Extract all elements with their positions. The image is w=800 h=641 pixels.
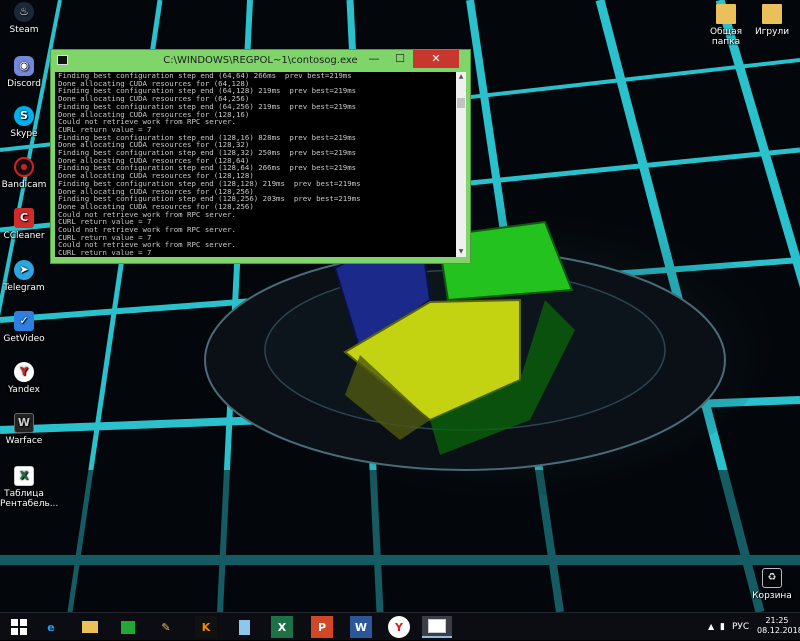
k-app-icon[interactable]: K [195,616,217,638]
desktop-icon-label: Yandex [0,385,48,395]
desktop-icon-warface[interactable]: W Warface [0,413,48,446]
desktop-icon-label: Bandicam [0,180,48,190]
desktop-icon-label: Telegram [0,283,48,293]
bandicam-icon [14,157,34,177]
desktop-icon-label-line2: папка [702,37,750,47]
folder-icon [716,4,736,24]
file-explorer-icon[interactable] [79,616,101,638]
tray-up-arrow-icon[interactable]: ▲ [708,613,714,641]
ccleaner-icon: C [14,208,34,228]
desktop-icon-label: Warface [0,436,48,446]
desktop-icon-getvideo[interactable]: ✓ GetVideo [0,311,48,344]
desktop-icon-label: Корзина [748,591,796,601]
telegram-icon: ➤ [14,260,34,280]
desktop-icon-recycle-bin[interactable]: ♻ Корзина [748,568,796,601]
powerpoint-icon[interactable]: P [311,616,333,638]
folder-icon [762,4,782,24]
scrollbar-thumb[interactable] [457,98,465,108]
console-window-icon[interactable] [422,616,452,638]
console-line: CURL return value = 7 [58,249,456,257]
paint-icon[interactable]: ✎ [155,616,177,638]
desktop-icon-games-folder[interactable]: Игрули [748,4,796,37]
desktop-icon-label: GetVideo [0,334,48,344]
steam-icon: ♨ [14,2,34,22]
taskbar: e ✎ K X P W Y ▲ ▮ РУС 21:25 08.12.2018 [0,612,800,640]
desktop-icon-label: Игрули [748,27,796,37]
desktop-icon-label-line2: Рентабель... [0,499,48,509]
desktop-icon-label-line1: Общая [702,27,750,37]
word-icon[interactable]: W [350,616,372,638]
yandex-browser-icon[interactable]: Y [388,616,410,638]
excel-icon[interactable]: X [271,616,293,638]
desktop-icon-yandex[interactable]: Y Yandex [0,362,48,395]
console-output[interactable]: Finding best configuration step end (64,… [55,72,456,257]
store-icon[interactable] [117,616,139,638]
vertical-scrollbar[interactable]: ▲ ▼ [456,72,466,257]
maximize-button[interactable]: ☐ [387,50,413,68]
windows-start-icon[interactable] [8,616,30,638]
excel-file-icon: X [14,466,34,486]
notepad-icon[interactable] [233,616,255,638]
desktop-icon-ccleaner[interactable]: C CCleaner [0,208,48,241]
discord-icon: ◉ [14,56,34,76]
network-icon[interactable]: ▮ [720,613,725,641]
warface-icon: W [14,413,34,433]
desktop-icon-spreadsheet[interactable]: X Таблица Рентабель... [0,466,48,509]
desktop-icon-label: Discord [0,79,48,89]
desktop-icon-bandicam[interactable]: Bandicam [0,157,48,190]
language-indicator[interactable]: РУС [732,613,749,641]
clock-date: 08.12.2018 [757,626,797,636]
desktop-icon-label: Skype [0,129,48,139]
desktop-icon-label-line1: Таблица [0,489,48,499]
desktop-icon-skype[interactable]: S Skype [0,106,48,139]
yandex-icon: Y [14,362,34,382]
minimize-button[interactable]: — [361,50,387,68]
desktop-icon-telegram[interactable]: ➤ Telegram [0,260,48,293]
desktop-icon-shared-folder[interactable]: Общая папка [702,4,750,47]
console-window[interactable]: C:\WINDOWS\REGPOL~1\contosog.exe — ☐ ✕ F… [50,49,471,264]
skype-icon: S [14,106,34,126]
getvideo-icon: ✓ [14,311,34,331]
clock[interactable]: 21:25 08.12.2018 [757,616,797,636]
clock-time: 21:25 [757,616,797,626]
console-lines: Finding best configuration step end (64,… [55,72,456,257]
desktop-icon-label: Steam [0,25,48,35]
internet-explorer-icon[interactable]: e [40,616,62,638]
scroll-up-arrow-icon[interactable]: ▲ [456,72,466,82]
recycle-bin-icon: ♻ [762,568,782,588]
desktop-icon-steam[interactable]: ♨ Steam [0,2,48,35]
close-button[interactable]: ✕ [413,50,459,68]
scroll-down-arrow-icon[interactable]: ▼ [456,247,466,257]
desktop-icon-discord[interactable]: ◉ Discord [0,56,48,89]
desktop-icon-label: CCleaner [0,231,48,241]
